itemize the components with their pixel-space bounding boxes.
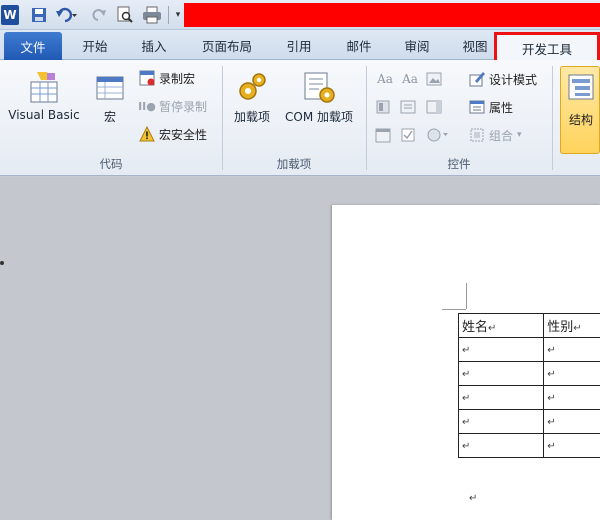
table-cell[interactable]: ↵ [543,409,600,434]
group-label: 组合 [489,128,514,143]
macros-icon [93,70,127,104]
save-icon[interactable] [30,5,48,25]
table-cell[interactable]: ↵ [457,385,545,410]
tab-mailings[interactable]: 邮件 [334,30,384,60]
tab-view[interactable]: 视图 [450,30,500,60]
properties-button[interactable]: 属性 [468,98,513,116]
redo-icon[interactable] [92,5,108,25]
date-picker-icon[interactable] [374,126,392,144]
table-cell[interactable]: ↵ [457,337,545,362]
table-cell[interactable]: ↵ [457,433,545,458]
table-header-cell[interactable]: 姓名↵ [457,313,545,338]
tab-home[interactable]: 开始 [70,30,120,60]
crop-mark [442,309,466,310]
design-mode-button[interactable]: 设计模式 [468,70,537,88]
margin-dot [0,261,4,265]
tab-developer[interactable]: 开发工具 [494,32,600,62]
customize-icon[interactable]: ▾ [172,5,184,25]
warning-icon [138,126,156,142]
macro-security-label: 宏安全性 [159,127,208,142]
table-cell[interactable]: ↵ [457,361,545,386]
checkbox-control-icon[interactable] [399,126,417,144]
table-cell[interactable]: ↵ [543,385,600,410]
record-macro-label: 录制宏 [159,71,196,86]
tab-references[interactable]: 引用 [274,30,324,60]
pause-icon: II● [138,99,156,113]
ribbon: Visual Basic 宏 录制宏 II● 暂停录制 宏安全性 代码 加载项 … [0,60,600,176]
group-icon [468,127,486,143]
combo-box-icon[interactable] [399,98,417,116]
macro-security-button[interactable]: 宏安全性 [138,125,207,143]
macros-button[interactable]: 宏 [92,66,128,125]
gears-icon [235,70,269,104]
group-separator [222,66,223,170]
undo-icon[interactable] [56,5,78,25]
design-mode-icon [468,71,486,87]
record-macro-icon [138,70,156,86]
group-label-controls: 控件 [447,157,471,171]
table-row: ↵ ↵ [457,361,600,386]
com-addins-icon [302,70,336,104]
legacy-tools-icon[interactable] [425,126,451,144]
dropdown-list-icon[interactable] [425,98,443,116]
tab-page-layout[interactable]: 页面布局 [190,30,264,60]
table-row: ↵ ↵ [457,337,600,362]
qat-separator [168,6,169,24]
group-label-addins: 加载项 [276,157,312,171]
properties-icon [468,99,486,115]
document-page[interactable]: 姓名↵ 性别↵ ↵ ↵ ↵ ↵ ↵ ↵ ↵ ↵ ↵ ↵ ↵ [332,205,600,520]
table-row: ↵ ↵ [457,433,600,458]
addins-button[interactable]: 加载项 [228,66,276,125]
design-mode-label: 设计模式 [489,72,538,87]
structure-button[interactable]: 结构 [560,66,600,154]
macros-label: 宏 [103,110,116,124]
document-table[interactable]: 姓名↵ 性别↵ ↵ ↵ ↵ ↵ ↵ ↵ ↵ ↵ ↵ ↵ [457,313,600,458]
quick-print-icon[interactable] [142,5,162,25]
pause-recording-button[interactable]: II● 暂停录制 [138,97,207,115]
tab-insert[interactable]: 插入 [128,30,180,60]
visual-basic-icon [27,70,61,104]
group-separator [552,66,553,170]
table-cell[interactable]: ↵ [543,433,600,458]
visual-basic-label: Visual Basic [8,108,80,122]
group-label-code: 代码 [99,157,123,171]
structure-icon [567,73,595,101]
ribbon-tabs: 文件 开始 插入 页面布局 引用 邮件 审阅 视图 开发工具 [0,30,600,62]
plain-text-control-icon[interactable]: Aa [399,70,421,88]
table-row: 姓名↵ 性别↵ [457,313,600,338]
quick-access-toolbar: W ▾ [0,0,600,30]
structure-label: 结构 [569,113,594,127]
tab-review[interactable]: 审阅 [392,30,442,60]
com-addins-label: COM 加载项 [285,110,353,124]
crop-mark [466,283,467,309]
pause-recording-label: 暂停录制 [159,99,208,114]
chevron-down-icon: ▾ [517,130,522,140]
table-row: ↵ ↵ [457,409,600,434]
group-button[interactable]: 组合 ▾ [468,126,522,144]
building-block-icon[interactable] [374,98,392,116]
word-app-icon[interactable]: W [1,5,19,25]
properties-label: 属性 [489,100,514,115]
com-addins-button[interactable]: COM 加载项 [278,66,360,125]
visual-basic-button[interactable]: Visual Basic [4,66,84,122]
print-preview-icon[interactable] [116,5,134,25]
table-row: ↵ ↵ [457,385,600,410]
document-area[interactable]: 姓名↵ 性别↵ ↵ ↵ ↵ ↵ ↵ ↵ ↵ ↵ ↵ ↵ ↵ [0,177,600,520]
addins-label: 加载项 [233,110,270,124]
rich-text-control-icon[interactable]: Aa [374,70,396,88]
record-macro-button[interactable]: 录制宏 [138,69,195,87]
group-separator [366,66,367,170]
paragraph-mark: ↵ [469,493,478,504]
table-cell[interactable]: ↵ [543,337,600,362]
picture-control-icon[interactable] [425,70,443,88]
tab-file[interactable]: 文件 [4,32,62,60]
table-cell[interactable]: ↵ [457,409,545,434]
red-highlight-bar [184,3,600,27]
table-header-cell[interactable]: 性别↵ [543,313,600,338]
table-cell[interactable]: ↵ [543,361,600,386]
